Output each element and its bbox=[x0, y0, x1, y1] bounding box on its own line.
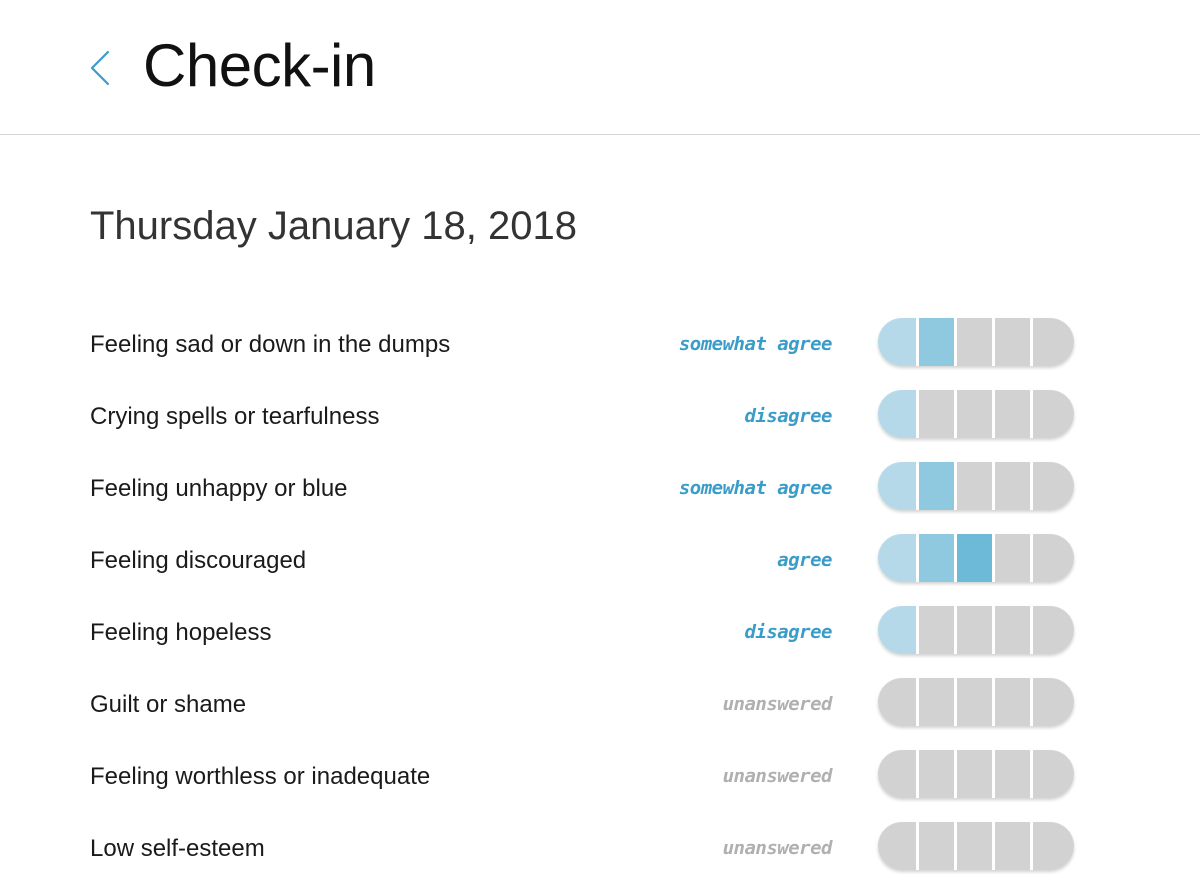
rating-segment-4[interactable] bbox=[995, 462, 1033, 510]
rating-scale[interactable] bbox=[878, 606, 1074, 654]
rating-segment-5[interactable] bbox=[1033, 750, 1074, 798]
question-row: Feeling unhappy or blue somewhat agree bbox=[0, 454, 1200, 526]
answer-text: disagree bbox=[744, 621, 832, 643]
rating-segment-3[interactable] bbox=[957, 462, 995, 510]
question-label: Crying spells or tearfulness bbox=[90, 403, 380, 430]
question-row: Guilt or shame unanswered bbox=[0, 670, 1200, 742]
rating-segment-2[interactable] bbox=[919, 606, 957, 654]
rating-segment-1[interactable] bbox=[878, 750, 919, 798]
rating-segment-3[interactable] bbox=[957, 390, 995, 438]
header-bar: Check-in bbox=[0, 0, 1200, 135]
rating-segment-2[interactable] bbox=[919, 318, 957, 366]
answer-text: unanswered bbox=[722, 765, 833, 787]
question-label: Guilt or shame bbox=[90, 691, 247, 718]
rating-segment-5[interactable] bbox=[1033, 822, 1074, 870]
rating-scale[interactable] bbox=[878, 750, 1074, 798]
rating-segment-1[interactable] bbox=[878, 534, 919, 582]
rating-segment-4[interactable] bbox=[995, 534, 1033, 582]
rating-segment-1[interactable] bbox=[878, 462, 919, 510]
question-label: Low self-esteem bbox=[90, 835, 265, 862]
back-button[interactable] bbox=[86, 48, 114, 88]
question-row: Feeling worthless or inadequate unanswere… bbox=[0, 742, 1200, 814]
rating-segment-1[interactable] bbox=[878, 822, 919, 870]
rating-scale[interactable] bbox=[878, 534, 1074, 582]
rating-segment-2[interactable] bbox=[919, 678, 957, 726]
answer-text: disagree bbox=[744, 405, 832, 427]
rating-scale[interactable] bbox=[878, 390, 1074, 438]
answer-text: agree bbox=[777, 549, 832, 571]
question-row: Feeling sad or down in the dumps somewhat… bbox=[0, 310, 1200, 382]
rating-segment-2[interactable] bbox=[919, 750, 957, 798]
question-label: Feeling worthless or inadequate bbox=[90, 763, 431, 790]
checkin-page: Check-in Thursday January 18, 2018 Feeli… bbox=[0, 0, 1200, 890]
rating-segment-1[interactable] bbox=[878, 606, 919, 654]
page-title: Check-in bbox=[143, 32, 376, 99]
rating-segment-3[interactable] bbox=[957, 822, 995, 870]
answer-text: somewhat agree bbox=[678, 333, 833, 355]
question-label: Feeling unhappy or blue bbox=[90, 475, 348, 502]
question-row: Feeling discouraged agree bbox=[0, 526, 1200, 598]
rating-segment-4[interactable] bbox=[995, 678, 1033, 726]
rating-segment-3[interactable] bbox=[957, 534, 995, 582]
rating-segment-1[interactable] bbox=[878, 318, 919, 366]
question-row: Crying spells or tearfulness disagree bbox=[0, 382, 1200, 454]
rating-segment-4[interactable] bbox=[995, 318, 1033, 366]
rating-segment-5[interactable] bbox=[1033, 606, 1074, 654]
rating-segment-5[interactable] bbox=[1033, 462, 1074, 510]
rating-scale[interactable] bbox=[878, 678, 1074, 726]
rating-segment-3[interactable] bbox=[957, 606, 995, 654]
question-label: Feeling hopeless bbox=[90, 619, 272, 646]
rating-segment-2[interactable] bbox=[919, 390, 957, 438]
rating-segment-5[interactable] bbox=[1033, 678, 1074, 726]
rating-segment-4[interactable] bbox=[995, 606, 1033, 654]
rating-scale[interactable] bbox=[878, 318, 1074, 366]
question-label: Feeling sad or down in the dumps bbox=[90, 331, 451, 358]
rating-segment-4[interactable] bbox=[995, 750, 1033, 798]
chevron-left-icon bbox=[90, 50, 110, 86]
rating-segment-1[interactable] bbox=[878, 390, 919, 438]
answer-text: unanswered bbox=[722, 693, 833, 715]
rating-segment-5[interactable] bbox=[1033, 534, 1074, 582]
rating-segment-5[interactable] bbox=[1033, 390, 1074, 438]
question-label: Feeling discouraged bbox=[90, 547, 307, 574]
answer-text: unanswered bbox=[722, 837, 833, 859]
checkin-date: Thursday January 18, 2018 bbox=[90, 204, 577, 248]
rating-segment-1[interactable] bbox=[878, 678, 919, 726]
rating-segment-4[interactable] bbox=[995, 390, 1033, 438]
rating-segment-2[interactable] bbox=[919, 534, 957, 582]
rating-scale[interactable] bbox=[878, 462, 1074, 510]
answer-text: somewhat agree bbox=[678, 477, 833, 499]
rating-segment-3[interactable] bbox=[957, 678, 995, 726]
question-row: Feeling hopeless disagree bbox=[0, 598, 1200, 670]
question-row: Low self-esteem unanswered bbox=[0, 814, 1200, 886]
rating-segment-4[interactable] bbox=[995, 822, 1033, 870]
rating-segment-3[interactable] bbox=[957, 750, 995, 798]
rating-scale[interactable] bbox=[878, 822, 1074, 870]
rating-segment-3[interactable] bbox=[957, 318, 995, 366]
rating-segment-5[interactable] bbox=[1033, 318, 1074, 366]
rating-segment-2[interactable] bbox=[919, 462, 957, 510]
rating-segment-2[interactable] bbox=[919, 822, 957, 870]
